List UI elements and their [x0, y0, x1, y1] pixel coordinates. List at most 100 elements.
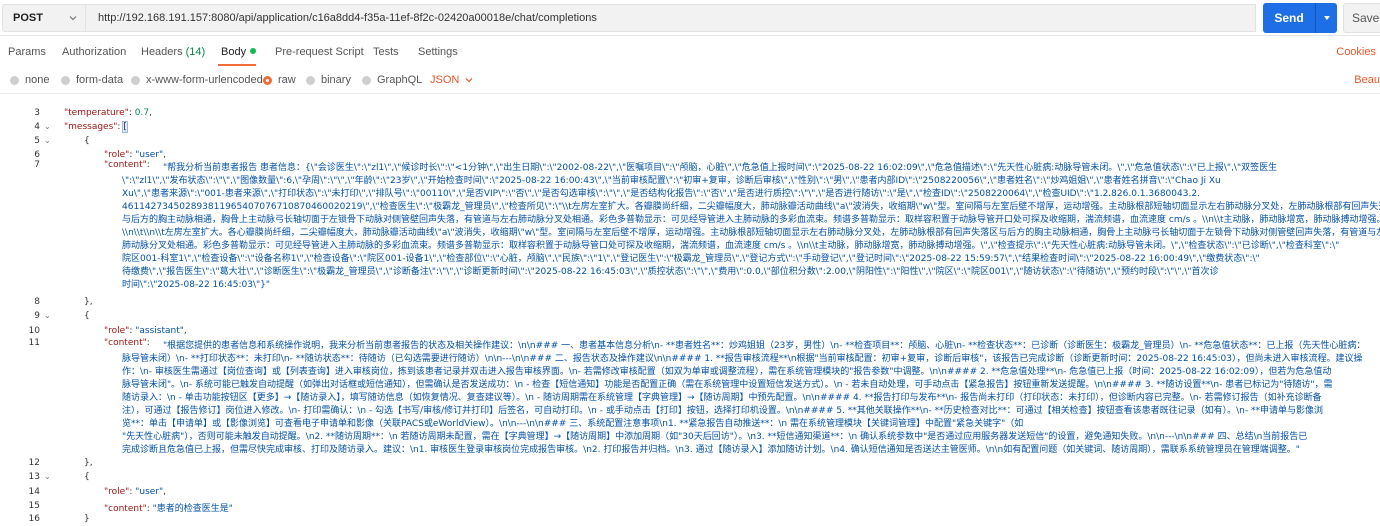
json-key: "role" — [104, 150, 130, 160]
line-number: 6 — [34, 150, 40, 160]
code-line: } — [84, 514, 90, 524]
content-wrap-line: 肺动脉分叉处相通。彩色多普勒显示：可见经导管进入主肺动脉的多彩血流束。频谱多普勒… — [122, 241, 1340, 251]
chevron-down-icon — [69, 16, 77, 21]
fold-toggle-icon[interactable]: ⌄ — [44, 472, 52, 481]
url-input[interactable]: http://192.168.191.157:8080/api/applicat… — [86, 4, 1256, 32]
content-wrap-line: 注），可通过【报告修订】岗位进入修改。\n- 打印需确认：\n - 勾选【书写/… — [122, 406, 1323, 416]
body-option-none[interactable]: none — [10, 74, 49, 86]
line-number: 14 — [28, 487, 40, 497]
body-option-none-label: none — [25, 74, 50, 86]
code-line: { — [84, 136, 90, 146]
body-option-graphql-label: GraphQL — [377, 74, 423, 86]
content-wrap-line: 与后方的胸主动脉相通，胸骨上主动脉弓长轴切面于左锁骨下动脉对侧管壁回声失落，有管… — [122, 215, 1380, 225]
content-wrap-line: Xu\",\"患者来源\":\"001-患者来源\",\"打印状态\":\"未打… — [122, 189, 1200, 199]
content-wrap-line: "根据您提供的患者信息和系统操作说明，我来分析当前患者报告的状态及相关操作建议：… — [163, 341, 1366, 351]
tab-prerequest-script[interactable]: Pre-request Script — [275, 46, 364, 58]
json-key: "messages" — [64, 122, 118, 132]
line-number: 3 — [34, 108, 40, 118]
code-editor[interactable]: 3 4 5 6 7 8 9 10 11 12 13 14 15 16 ⌄ ⌄ ⌄… — [0, 102, 1380, 526]
json-number: 0.7 — [134, 108, 150, 118]
code-line: "messages": [ — [64, 121, 128, 133]
caret-down-icon — [1323, 16, 1330, 20]
body-option-graphql[interactable]: GraphQL — [362, 74, 422, 86]
code-line: }, — [84, 297, 93, 307]
request-bar: POST http://192.168.191.157:8080/api/app… — [0, 0, 1380, 36]
json-key: "content" — [104, 504, 147, 514]
chevron-down-icon — [465, 78, 473, 83]
line-number: 16 — [28, 514, 40, 524]
raw-format-label: JSON — [430, 74, 460, 86]
method-select[interactable]: POST — [2, 4, 86, 32]
request-tabs: Params Authorization Headers (14) Body P… — [0, 40, 1380, 66]
body-type-options: none form-data x-www-form-urlencoded raw… — [0, 68, 1380, 94]
body-option-urlencoded-label: x-www-form-urlencoded — [146, 74, 263, 86]
radio-icon — [10, 75, 19, 85]
radio-icon — [131, 75, 140, 85]
code-line: "role": "user", — [104, 487, 167, 497]
content-wrap-line: 完成诊断且危急值已上报，但需尽快完成审核、打印及随访录入。建议：\n1. 审核医… — [122, 445, 1300, 455]
content-wrap-line: "先天性心脏病"），否则可能未触发自动提醒。\n2. **随访周期**：\n 若… — [122, 432, 1308, 442]
line-number: 4 — [34, 122, 40, 132]
radio-icon — [362, 75, 371, 85]
json-string: "user" — [135, 487, 164, 497]
tab-authorization[interactable]: Authorization — [62, 46, 126, 58]
code-line: "role": "assistant", — [104, 326, 187, 336]
code-line: "role": "user", — [104, 150, 167, 160]
code-line: "content": — [104, 338, 150, 348]
content-wrap-line: "帮我分析当前患者报告 患者信息：{\"会诊医生\":\"zl1\",\"候诊时… — [163, 163, 1278, 173]
fold-toggle-icon[interactable]: ⌄ — [44, 122, 52, 131]
url-text: http://192.168.191.157:8080/api/applicat… — [98, 12, 597, 24]
tab-tests[interactable]: Tests — [373, 46, 399, 58]
body-option-form-data[interactable]: form-data — [61, 74, 123, 86]
content-wrap-line: 随访录入：\n - 单击功能按钮区【更多】→【随访录入】，填写随访信息（如恢复情… — [122, 393, 1322, 403]
json-key: "content" — [104, 160, 147, 170]
modified-dot-icon — [250, 48, 257, 54]
code-line: }, — [84, 458, 93, 468]
beautify-link[interactable]: Beau — [1354, 74, 1380, 86]
line-number: 10 — [28, 326, 40, 336]
body-option-form-data-label: form-data — [76, 74, 124, 86]
content-wrap-line: 脉导管未闭）\n- **打印状态**：未打印\n- **随访状态**：待随访（已… — [122, 354, 1363, 364]
body-option-raw-label: raw — [278, 74, 296, 86]
content-wrap-line: \\n\\t\\n\\t左房左室扩大。各心瓣膜尚纤细，二尖瓣幅度大，肺动脉瓣活动… — [122, 228, 1380, 238]
tab-settings[interactable]: Settings — [418, 46, 458, 58]
line-number: 7 — [34, 160, 40, 170]
tab-body[interactable]: Body — [221, 46, 257, 58]
body-option-binary[interactable]: binary — [306, 74, 351, 86]
tab-headers-label: Headers — [141, 46, 183, 58]
tab-body-label: Body — [221, 46, 247, 58]
line-number: 8 — [34, 297, 40, 307]
tab-headers-count: (14) — [185, 46, 206, 58]
body-option-binary-label: binary — [321, 74, 351, 86]
save-button[interactable]: Save — [1343, 3, 1380, 33]
tab-params[interactable]: Params — [8, 46, 46, 58]
raw-format-select[interactable]: JSON — [430, 74, 473, 86]
active-tab-indicator — [218, 64, 256, 66]
body-option-urlencoded[interactable]: x-www-form-urlencoded — [131, 74, 263, 86]
line-number: 9 — [34, 311, 40, 321]
content-wrap-line: 脉导管未闭"。\n- 系统可能已触发自动提醒（如弹出对话框或短信通知），但需确认… — [122, 380, 1333, 390]
json-string: "患者的检查医生是" — [152, 504, 233, 514]
body-option-raw[interactable]: raw — [263, 74, 296, 86]
fold-toggle-icon[interactable]: ⌄ — [44, 136, 52, 145]
cookies-link[interactable]: Cookies — [1336, 46, 1376, 58]
line-number: 13 — [28, 472, 40, 482]
content-wrap-line: 作：\n- 审核医生需通过【岗位查询】或【列表查询】进入审核岗位，拣到该患者记录… — [122, 367, 1332, 377]
fold-toggle-icon[interactable]: ⌄ — [44, 311, 52, 320]
content-wrap-line: 4611427345028938119654070767108704600202… — [122, 202, 1380, 212]
content-wrap-line: 览**：单击【申请单】或【影像浏览】可查看电子申请单和影像（关联PACS或eWo… — [122, 419, 1024, 429]
content-wrap-line: 待缴费\",\"报告医生\":\"葛大壮\",\"诊断医生\":\"极霸龙_管理… — [122, 267, 1219, 277]
tab-headers[interactable]: Headers (14) — [141, 46, 205, 58]
radio-icon — [306, 75, 315, 85]
content-wrap-line: 院区001-科室1\",\"检查设备\":\"设备名称1\",\"检查设备\":… — [122, 254, 1260, 264]
radio-icon — [61, 75, 70, 85]
code-line: "content": — [104, 160, 150, 170]
send-button[interactable]: Send — [1263, 3, 1337, 33]
line-number: 15 — [28, 501, 40, 511]
content-wrap-line: \":\"zl1\",\"发布状态\":\"\",\"图像数量\":6,\"孕周… — [122, 176, 1221, 186]
send-label: Send — [1274, 11, 1304, 25]
json-key: "role" — [104, 326, 130, 336]
save-label: Save — [1352, 11, 1380, 25]
send-options-button[interactable] — [1316, 14, 1337, 22]
json-key: "temperature" — [64, 108, 129, 118]
